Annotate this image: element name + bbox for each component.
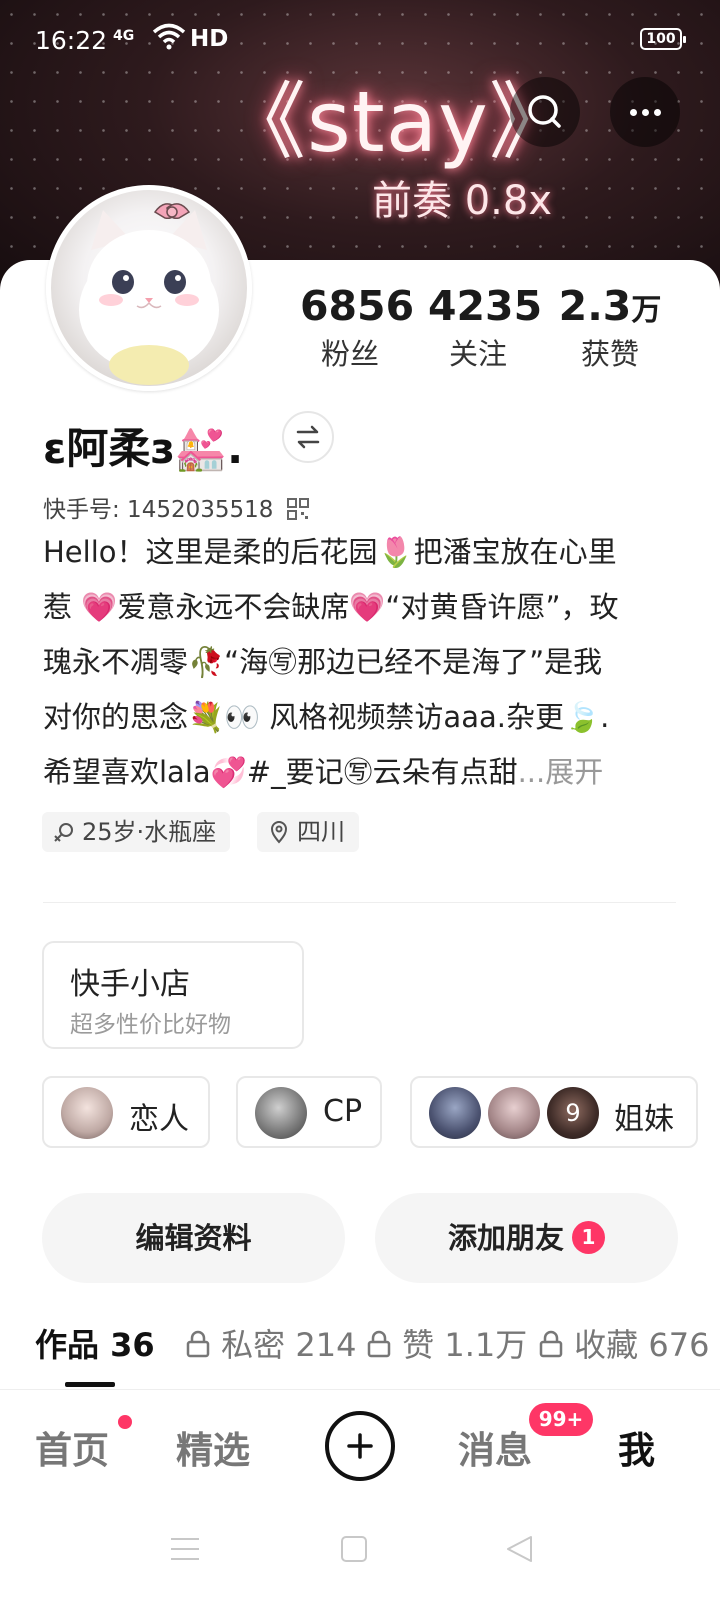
switch-account-button[interactable] <box>282 411 334 463</box>
status-time: 16:22 <box>35 26 108 55</box>
bio-line: 惹 💗爱意永远不会缺席💗“对黄昏许愿”，玫 <box>43 590 619 624</box>
home-notification-dot <box>118 1415 132 1429</box>
more-options-button[interactable] <box>610 77 680 147</box>
home-square-icon[interactable] <box>340 1535 368 1563</box>
edit-profile-label: 编辑资料 <box>135 1221 252 1255</box>
nav-home[interactable]: 首页 <box>35 1420 109 1474</box>
messages-badge: 99+ <box>529 1403 593 1436</box>
sister-avatar <box>429 1087 481 1139</box>
relation-label: 恋人 <box>129 1102 189 1137</box>
nav-featured[interactable]: 精选 <box>176 1420 250 1474</box>
followers-count: 6856 <box>300 282 415 330</box>
lover-avatar <box>61 1087 113 1139</box>
kuaishou-id[interactable]: 快手号: 1452035518 <box>43 490 309 524</box>
cat-avatar-image <box>79 203 219 385</box>
search-button[interactable] <box>510 77 580 147</box>
battery-icon: 100 <box>640 28 686 50</box>
back-triangle-icon[interactable] <box>505 1534 535 1564</box>
edit-profile-button[interactable]: 编辑资料 <box>42 1193 345 1283</box>
nav-me[interactable]: 我 <box>618 1420 655 1474</box>
section-divider <box>43 902 676 903</box>
wifi-icon <box>152 23 186 50</box>
bio-line: 瑰永不凋零🥀“海㊢那边已经不是海了”是我 <box>43 645 603 679</box>
menu-icon[interactable] <box>170 1536 200 1562</box>
following-label: 关注 <box>448 337 507 371</box>
switch-arrows-icon <box>296 425 320 449</box>
location-pin-icon <box>270 821 288 844</box>
avatar[interactable] <box>46 185 252 391</box>
hd-indicator: HD <box>190 26 229 52</box>
relation-label: CP <box>323 1094 363 1129</box>
likes-stat[interactable]: 2.3万 获赞 <box>555 282 665 373</box>
likes-label: 获赞 <box>580 337 639 371</box>
followers-label: 粉丝 <box>320 337 379 371</box>
bio-line: Hello！这里是柔的后花园🌷把潘宝放在心里 <box>43 535 617 569</box>
cp-avatar <box>255 1087 307 1139</box>
tab-likes[interactable]: 赞 1.1万 <box>366 1320 527 1366</box>
username: ε阿柔з💒. <box>43 424 244 473</box>
tab-favorites[interactable]: 收藏 676 <box>538 1320 709 1366</box>
more-dot-icon <box>654 109 661 116</box>
qr-code-icon <box>286 498 309 520</box>
location-tag: 四川 <box>257 812 359 852</box>
relation-lover[interactable]: 恋人 <box>42 1076 210 1148</box>
create-post-button[interactable] <box>325 1411 395 1481</box>
search-icon <box>528 95 561 128</box>
relation-sisters[interactable]: 9 姐妹 <box>410 1076 698 1148</box>
tab-works[interactable]: 作品 36 <box>35 1320 155 1366</box>
following-count: 4235 <box>428 282 543 330</box>
nav-messages[interactable]: 消息 <box>458 1420 532 1474</box>
more-dot-icon <box>630 109 637 116</box>
age-zodiac-tag: 25岁·水瓶座 <box>42 812 231 852</box>
banner-subtitle: 前奏 0.8x <box>372 178 552 224</box>
relation-label: 姐妹 <box>614 1102 674 1137</box>
lock-icon <box>367 1330 391 1358</box>
bottom-navigation: 首页 精选 消息 99+ 我 <box>0 1390 720 1500</box>
likes-count: 2.3万 <box>558 282 662 330</box>
add-friend-label: 添加朋友 <box>447 1221 564 1255</box>
bio-line: 对你的思念💐👀 风格视频禁访aaa.杂更🍃. <box>43 700 610 734</box>
content-tabs: 作品 36 私密 214 赞 1.1万 收藏 676 <box>0 1320 720 1390</box>
kuaishou-id-text: 快手号: 1452035518 <box>43 497 274 523</box>
expand-bio-link[interactable]: ...展开 <box>518 755 604 789</box>
more-dot-icon <box>642 109 649 116</box>
system-navigation-bar <box>0 1500 720 1600</box>
kuaishou-shop-card[interactable]: 快手小店 超多性价比好物 <box>42 941 304 1049</box>
sister-avatar <box>488 1087 540 1139</box>
add-friend-badge: 1 <box>572 1221 605 1254</box>
shop-subtitle: 超多性价比好物 <box>70 1012 231 1038</box>
followers-stat[interactable]: 6856 粉丝 <box>300 282 415 373</box>
add-friend-button[interactable]: 添加朋友 1 <box>375 1193 678 1283</box>
sister-avatar: 9 <box>547 1087 599 1139</box>
tab-private[interactable]: 私密 214 <box>185 1320 356 1366</box>
relation-cp[interactable]: CP <box>236 1076 382 1148</box>
status-bar: 16:22 4G HD 100 <box>0 0 720 80</box>
shop-title: 快手小店 <box>70 967 190 1002</box>
plus-icon <box>347 1433 373 1459</box>
active-tab-indicator <box>65 1382 115 1387</box>
gender-icon <box>54 823 73 842</box>
lock-icon <box>539 1330 563 1358</box>
following-stat[interactable]: 4235 关注 <box>428 282 543 373</box>
lock-icon <box>186 1330 210 1358</box>
profile-bio[interactable]: Hello！这里是柔的后花园🌷把潘宝放在心里 惹 💗爱意永远不会缺席💗“对黄昏许… <box>43 525 673 800</box>
bio-line: 希望喜欢lala💞#_要记㊢云朵有点甜...展开 <box>43 755 604 789</box>
network-indicator: 4G <box>113 28 135 44</box>
